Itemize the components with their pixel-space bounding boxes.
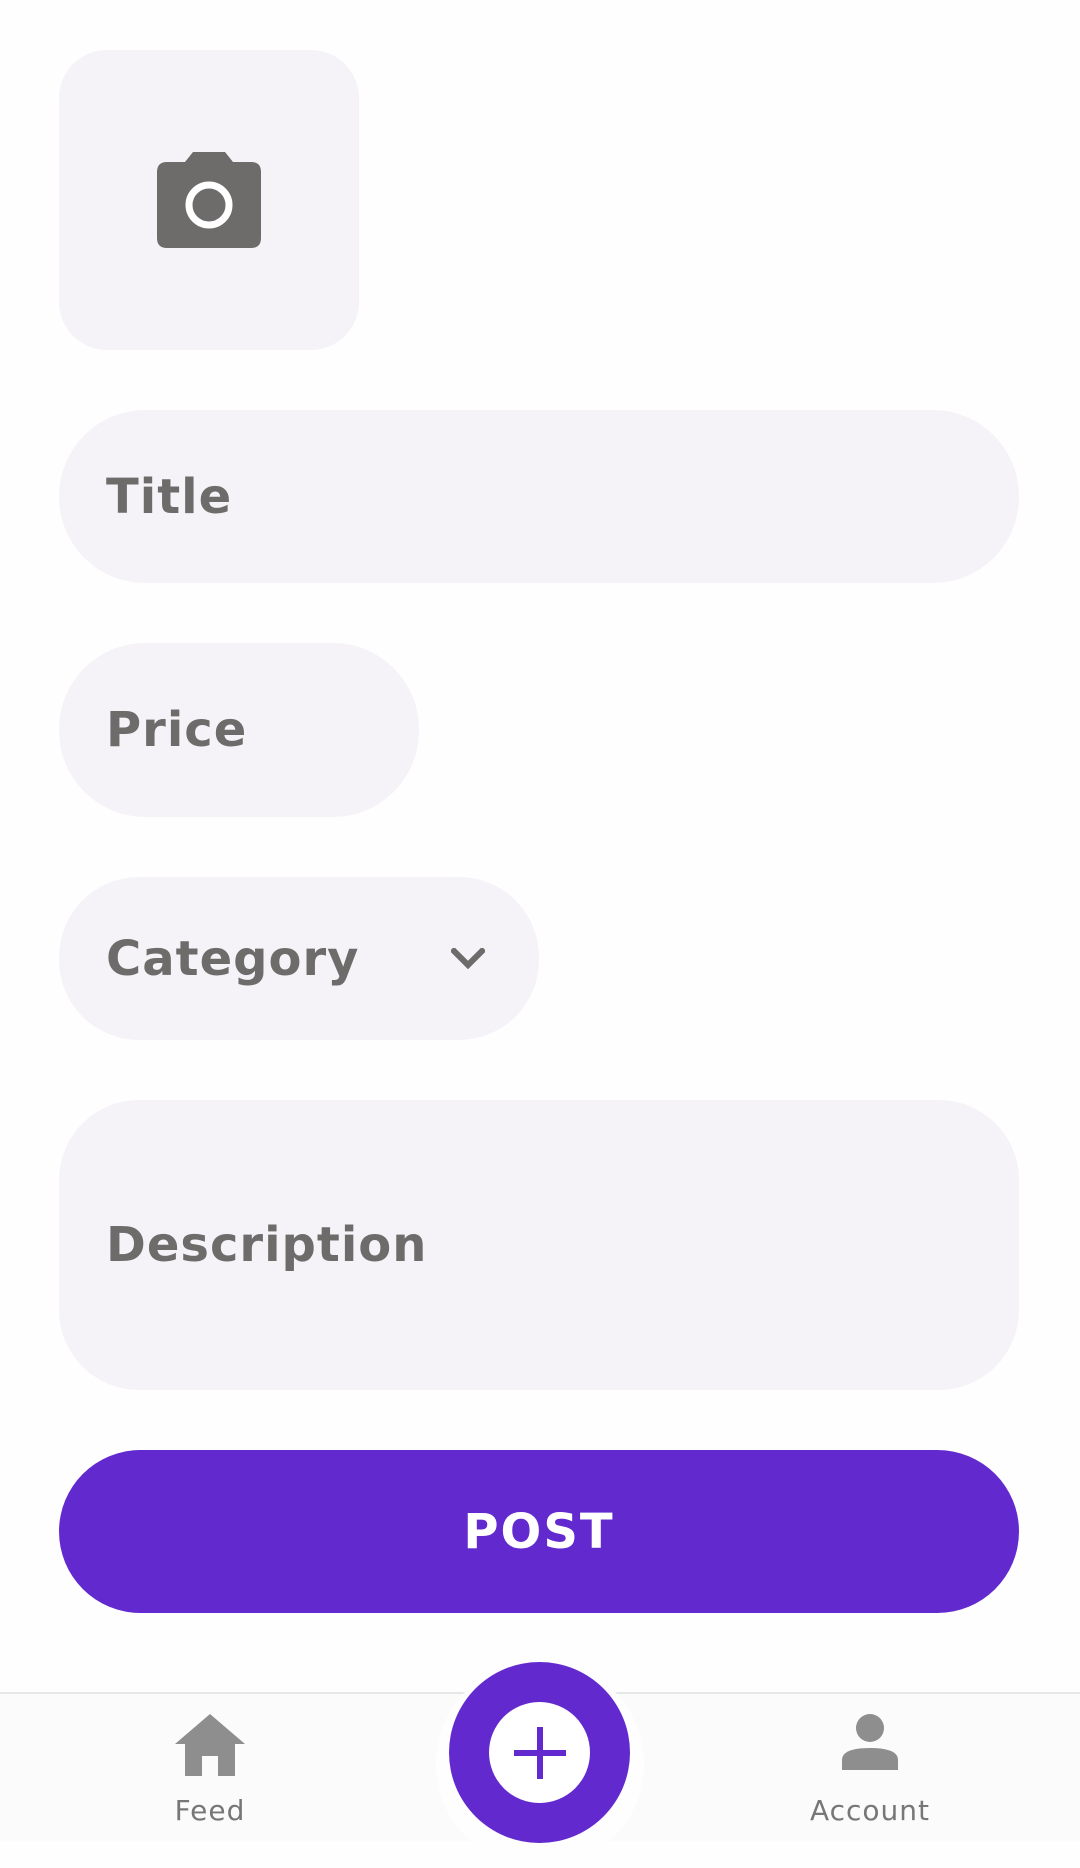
nav-item-account[interactable]: Account xyxy=(770,1694,970,1841)
price-input[interactable]: Price xyxy=(59,643,419,817)
description-input[interactable]: Description xyxy=(59,1100,1019,1390)
post-button[interactable]: POST xyxy=(59,1450,1019,1613)
person-icon xyxy=(842,1714,898,1770)
description-placeholder: Description xyxy=(106,1217,428,1273)
fab-inner-circle xyxy=(489,1702,590,1803)
nav-label-feed: Feed xyxy=(174,1794,246,1827)
price-placeholder: Price xyxy=(106,702,248,758)
chevron-down-icon xyxy=(451,947,485,969)
add-photo-button[interactable] xyxy=(59,50,359,350)
category-select[interactable]: Category xyxy=(59,877,539,1040)
nav-item-feed[interactable]: Feed xyxy=(110,1694,310,1841)
plus-icon xyxy=(513,1726,566,1779)
add-listing-button[interactable] xyxy=(449,1662,630,1843)
title-input[interactable]: Title xyxy=(59,410,1019,583)
category-placeholder: Category xyxy=(106,930,360,987)
home-icon xyxy=(175,1714,245,1776)
title-placeholder: Title xyxy=(106,468,233,525)
camera-icon xyxy=(157,152,261,248)
nav-label-account: Account xyxy=(809,1794,931,1827)
